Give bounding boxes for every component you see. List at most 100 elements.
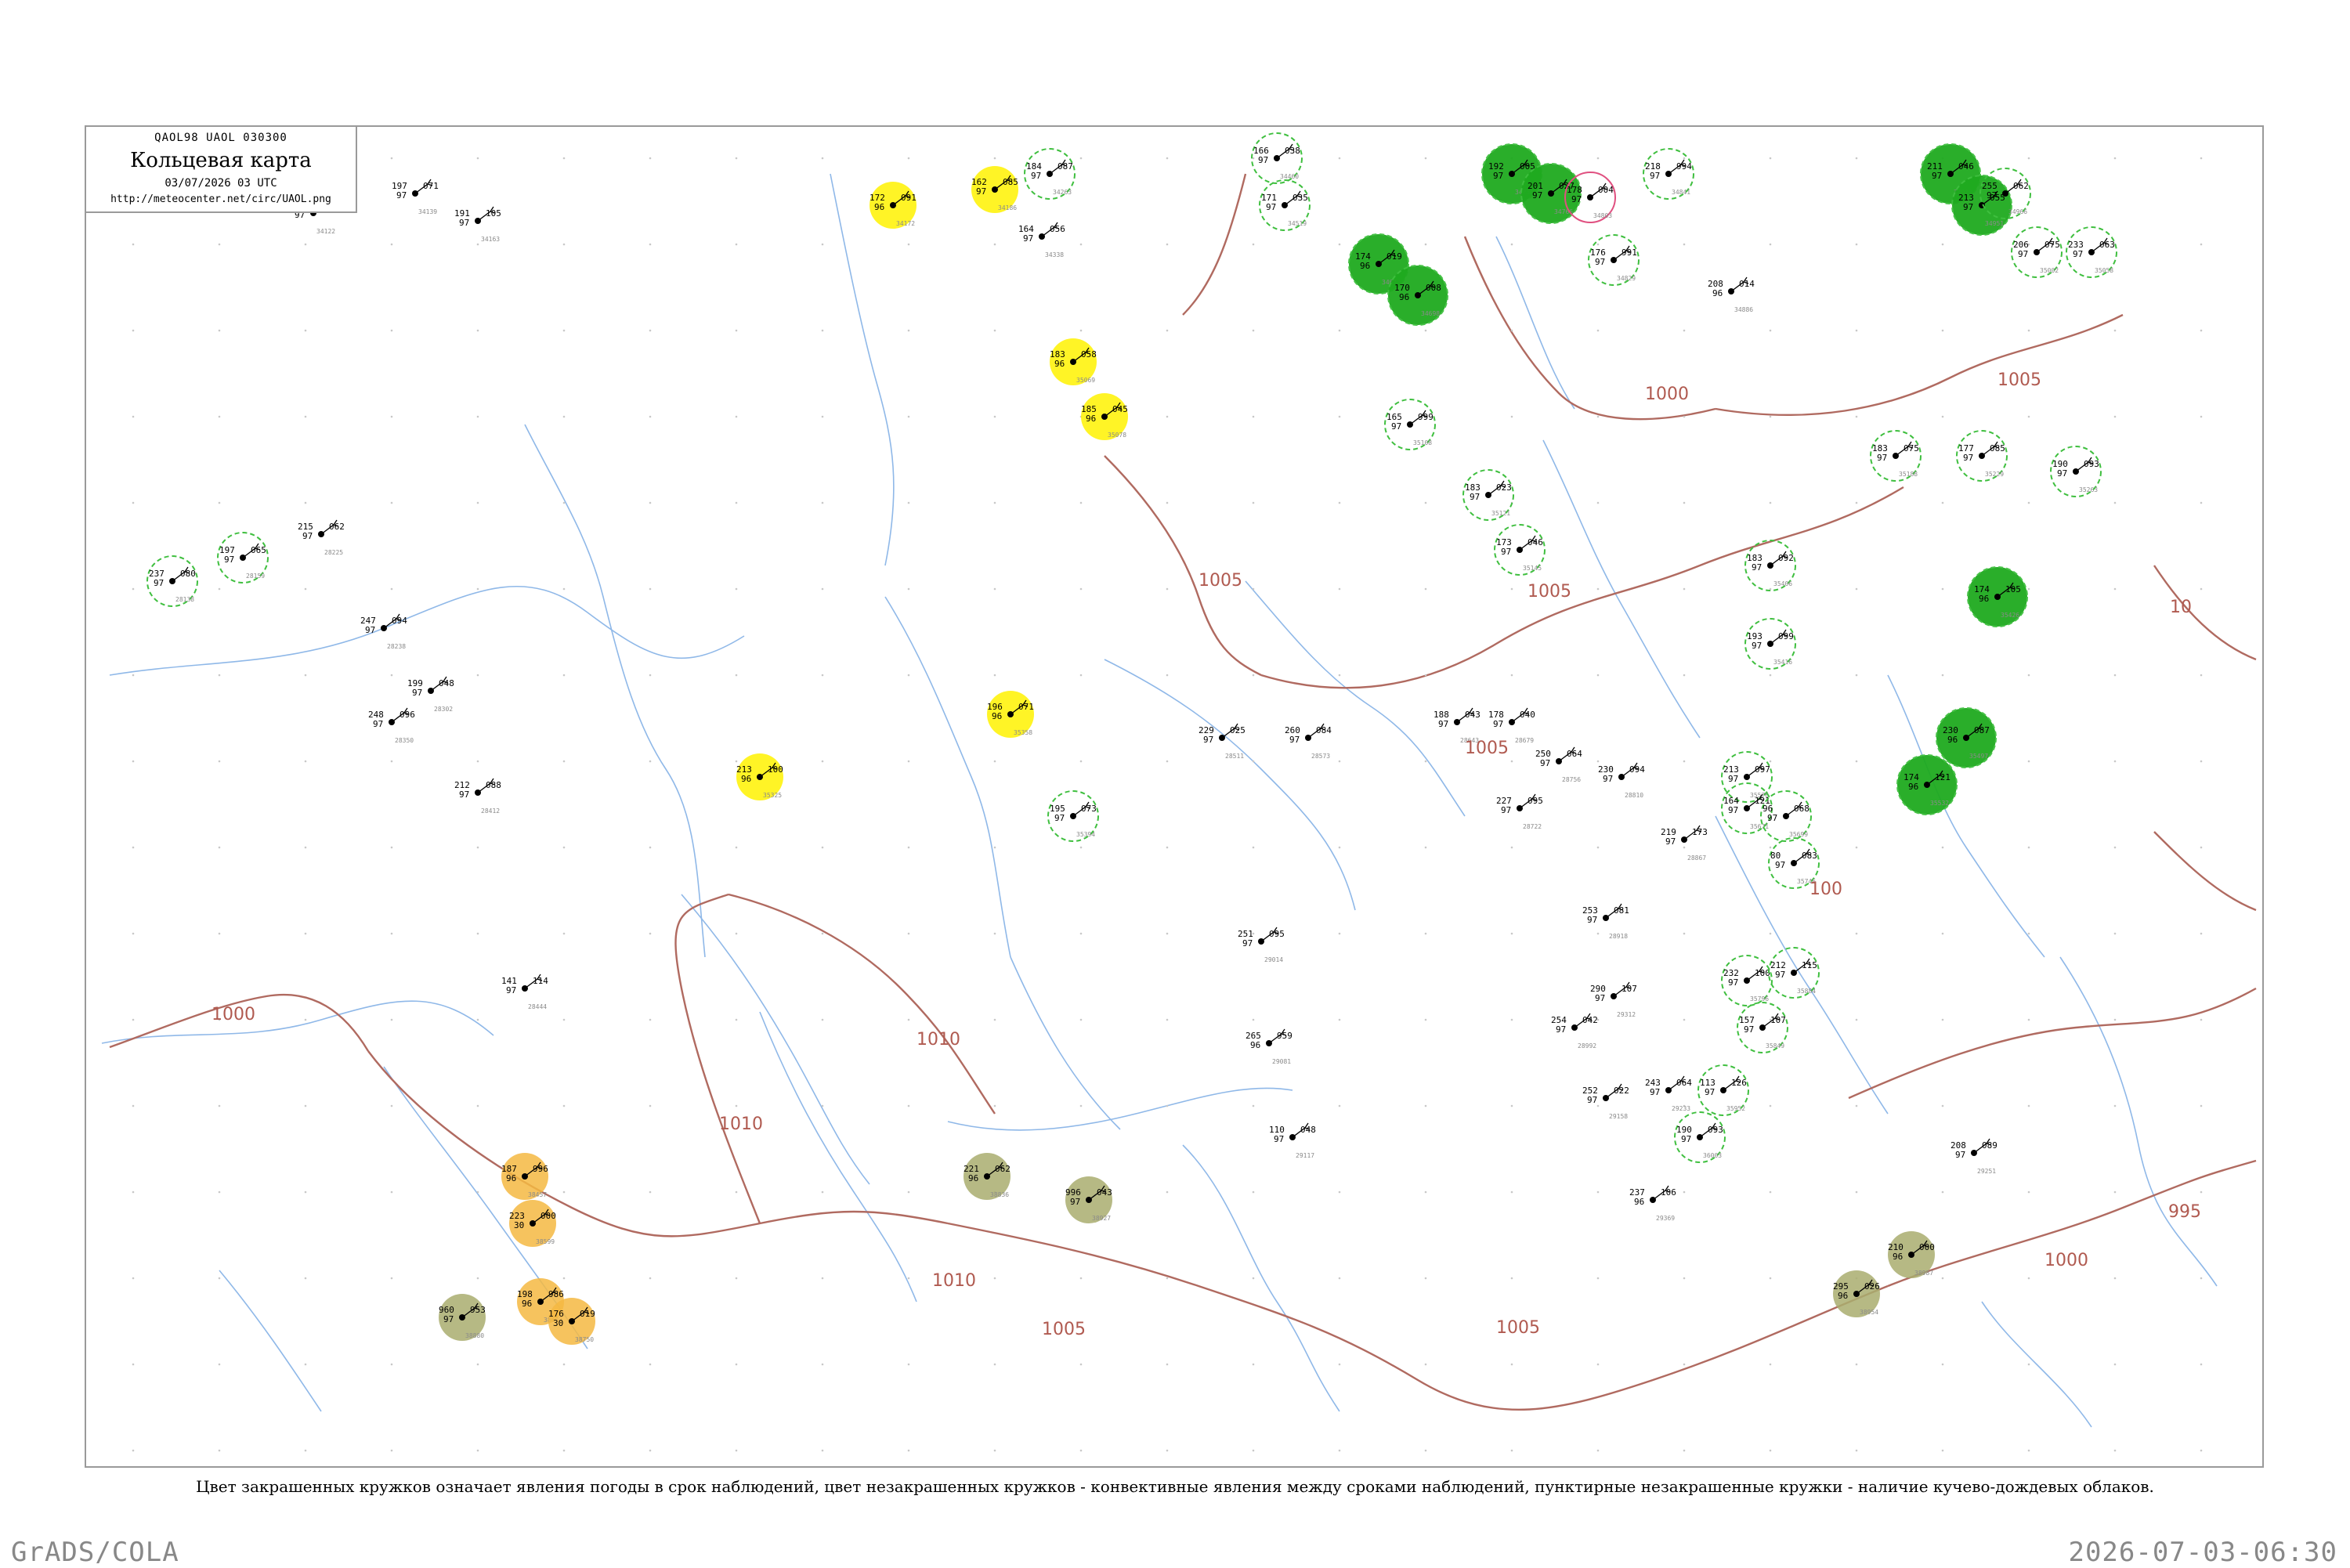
station-29233[interactable]: 2439706429233 bbox=[1645, 1075, 1692, 1112]
station-34139[interactable]: 1979707134139 bbox=[392, 179, 439, 215]
station-id: 35406 bbox=[1773, 580, 1792, 587]
station-28992[interactable]: 2549704228992 bbox=[1551, 1013, 1598, 1050]
station-34172[interactable]: 1729609134172 bbox=[870, 182, 916, 229]
station-28722[interactable]: 2279709528722 bbox=[1496, 793, 1543, 830]
station-28238[interactable]: 2479709428238 bbox=[360, 613, 407, 650]
station-35229[interactable]: 1779708535229 bbox=[1956, 430, 2008, 482]
station-35358[interactable]: 1969607135358 bbox=[987, 691, 1034, 738]
map-title: Кольцевая карта bbox=[130, 149, 312, 172]
station-pressure: 062 bbox=[2013, 181, 2029, 191]
grid-dot bbox=[1252, 1018, 1255, 1021]
station-28867[interactable]: 2199717328867 bbox=[1661, 825, 1708, 862]
station-34803[interactable]: 1789700434803 bbox=[1564, 172, 1616, 223]
station-cloud: 96 bbox=[1908, 782, 1918, 792]
station-34186[interactable]: 1629708534186 bbox=[971, 166, 1018, 213]
grid-dot bbox=[476, 1190, 479, 1194]
grid-dot bbox=[1252, 1277, 1255, 1280]
station-28444[interactable]: 1419711428444 bbox=[501, 974, 548, 1010]
station-34263[interactable]: 1849708734263 bbox=[1024, 148, 1076, 200]
station-35069[interactable]: 1839605835069 bbox=[1050, 338, 1097, 385]
station-29117[interactable]: 1109704829117 bbox=[1269, 1122, 1316, 1159]
grid-dot bbox=[1166, 157, 1169, 160]
station-29312[interactable]: 2909710729312 bbox=[1590, 981, 1637, 1018]
grid-dot bbox=[735, 760, 738, 763]
station-cloud: 97 bbox=[1744, 1024, 1754, 1035]
station-35849[interactable]: 1579710735849 bbox=[1737, 1002, 1788, 1053]
station-34886[interactable]: 2089601434886 bbox=[1708, 276, 1755, 313]
map-canvas[interactable]: 2019707734122197970713413919197105341631… bbox=[86, 127, 2264, 1468]
station-cloud: 97 bbox=[1775, 860, 1785, 870]
station-28302[interactable]: 1999704828302 bbox=[407, 676, 454, 713]
station-38750[interactable]: 1763001938750 bbox=[548, 1298, 595, 1345]
station-35952[interactable]: 1139712635952 bbox=[1697, 1064, 1749, 1116]
station-28918[interactable]: 2539708128918 bbox=[1582, 903, 1629, 940]
station-cloud: 97 bbox=[1752, 641, 1762, 651]
station-34163[interactable]: 1919710534163 bbox=[454, 206, 501, 243]
station-38954[interactable]: 2959602638954 bbox=[1833, 1270, 1880, 1317]
map-url[interactable]: http://meteocenter.net/circ/UAOL.png bbox=[86, 193, 356, 205]
station-35699[interactable]: 969706835699 bbox=[1760, 790, 1812, 842]
station-38457[interactable]: 1879699638457 bbox=[501, 1153, 548, 1200]
station-35796[interactable]: 2329710035796 bbox=[1721, 955, 1773, 1006]
station-29081[interactable]: 2659695929081 bbox=[1246, 1028, 1292, 1065]
station-38836[interactable]: 2219606238836 bbox=[964, 1153, 1010, 1200]
station-35145[interactable]: 1739704635145 bbox=[1494, 524, 1546, 576]
station-28225[interactable]: 2159706228225 bbox=[298, 519, 345, 556]
station-35263[interactable]: 1909709335263 bbox=[2050, 446, 2102, 497]
station-28159[interactable]: 1979706528159 bbox=[217, 532, 269, 583]
grid-dot bbox=[649, 674, 652, 677]
station-34841[interactable]: 2189799434841 bbox=[1643, 148, 1694, 200]
station-35416[interactable]: 1939709935416 bbox=[1744, 618, 1796, 670]
station-29014[interactable]: 2519709529014 bbox=[1238, 927, 1285, 963]
grid-dot bbox=[1252, 1190, 1255, 1194]
grid-dot bbox=[1769, 674, 1772, 677]
station-28138[interactable]: 2379708028138 bbox=[146, 555, 198, 607]
station-pressure: 093 bbox=[1708, 1125, 1723, 1135]
station-28511[interactable]: 2299702528511 bbox=[1198, 723, 1246, 760]
station-35576[interactable]: 2139709735576 bbox=[1721, 751, 1773, 803]
station-34829[interactable]: 1769799134829 bbox=[1588, 234, 1640, 286]
grid-dot bbox=[390, 587, 393, 591]
station-35078[interactable]: 1859604535078 bbox=[1081, 393, 1128, 440]
station-28350[interactable]: 2489709628350 bbox=[368, 707, 415, 744]
station-35058[interactable]: 2339706335058 bbox=[2066, 226, 2117, 278]
station-29369[interactable]: 2379610629369 bbox=[1629, 1185, 1676, 1222]
station-id: 28810 bbox=[1625, 792, 1643, 799]
station-38927[interactable]: 9969704338927 bbox=[1065, 1176, 1112, 1223]
grid-dot bbox=[993, 329, 996, 332]
station-35108[interactable]: 1659799935108 bbox=[1384, 399, 1436, 450]
station-34338[interactable]: 1649705634338 bbox=[1018, 222, 1065, 258]
station-35532[interactable]: 1749612135532 bbox=[1896, 754, 1958, 815]
station-35121[interactable]: 1839702335121 bbox=[1462, 469, 1514, 521]
grid-dot bbox=[2113, 932, 2117, 935]
station-34460[interactable]: 1669703834460 bbox=[1251, 132, 1303, 184]
station-29251[interactable]: 2089708929251 bbox=[1950, 1138, 1998, 1175]
station-35325[interactable]: 2139610035325 bbox=[736, 753, 783, 800]
station-28810[interactable]: 2309709428810 bbox=[1598, 762, 1645, 799]
grid-dot bbox=[907, 1190, 910, 1194]
station-28573[interactable]: 2609708428573 bbox=[1285, 723, 1332, 760]
station-id: 29158 bbox=[1609, 1113, 1628, 1120]
station-35426[interactable]: 1749610535426 bbox=[1967, 566, 2028, 627]
station-35002[interactable]: 2069707535002 bbox=[2011, 226, 2063, 278]
station-34698[interactable]: 1709600834698 bbox=[1387, 265, 1448, 326]
station-35406[interactable]: 1839709235406 bbox=[1744, 540, 1796, 591]
station-29158[interactable]: 2529702229158 bbox=[1582, 1083, 1629, 1120]
grid-dot bbox=[907, 1277, 910, 1280]
station-38880[interactable]: 9609795338880 bbox=[439, 1294, 486, 1341]
station-28412[interactable]: 2129708828412 bbox=[454, 778, 501, 815]
station-cloud: 96 bbox=[1086, 414, 1096, 424]
station-38599[interactable]: 2233000038599 bbox=[509, 1200, 556, 1247]
station-35884[interactable]: 2129711535884 bbox=[1768, 947, 1820, 999]
station-35394[interactable]: 1959707335394 bbox=[1047, 790, 1099, 842]
station-35497[interactable]: 2309608735497 bbox=[1936, 707, 1997, 768]
grid-dot bbox=[735, 501, 738, 504]
station-38987[interactable]: 2109600038987 bbox=[1888, 1231, 1935, 1278]
grid-dot bbox=[821, 1277, 824, 1280]
map-frame[interactable]: 2019707734122197970713413919197105341631… bbox=[85, 125, 2264, 1468]
station-34519[interactable]: 1719703534519 bbox=[1259, 179, 1311, 231]
station-28756[interactable]: 2509706428756 bbox=[1535, 746, 1582, 783]
station-35188[interactable]: 1839707535188 bbox=[1870, 430, 1922, 482]
station-36003[interactable]: 1909709336003 bbox=[1674, 1111, 1726, 1163]
grid-dot bbox=[1079, 243, 1083, 246]
